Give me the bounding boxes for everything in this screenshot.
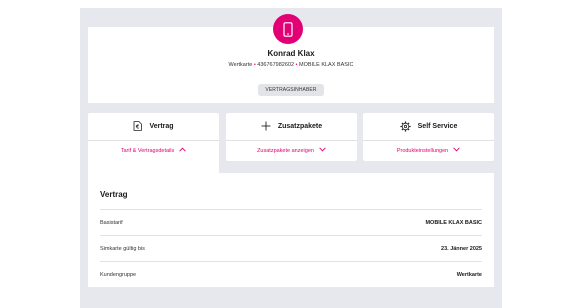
gear-icon (400, 121, 411, 132)
smartphone-icon (273, 14, 303, 44)
tab-link-tarif-details[interactable]: Tarif & Vertragsdetails (88, 147, 219, 154)
profile-subline: Wertkarte • 436767982602 • MOBILE KLAX B… (88, 62, 494, 68)
contract-document-icon: € (133, 121, 143, 131)
tab-self-service[interactable]: Self Service Produkteinstellungen (363, 113, 494, 161)
separator-dot: • (295, 62, 298, 68)
row-label: Basistarif (100, 219, 123, 226)
section-title: Vertrag (100, 190, 128, 199)
tab-link-produkteinstellungen[interactable]: Produkteinstellungen (363, 147, 494, 154)
plus-icon (261, 121, 271, 131)
tariff-name: MOBILE KLAX BASIC (299, 62, 354, 68)
svg-text:€: € (135, 125, 140, 131)
row-value: MOBILE KLAX BASIC (425, 219, 482, 226)
detail-row: Kundengruppe Wertkarte (100, 261, 482, 287)
row-value: 23. Jänner 2025 (441, 245, 482, 252)
chevron-down-icon (319, 147, 326, 154)
phone-number: 436767982602 (257, 62, 295, 68)
detail-row: Simkarte gültig bis 23. Jänner 2025 (100, 235, 482, 261)
tab-title: Zusatzpakete (277, 122, 323, 130)
profile-card: Konrad Klax Wertkarte • 436767982602 • M… (88, 14, 494, 103)
detail-row: Basistarif MOBILE KLAX BASIC (100, 209, 482, 235)
row-label: Kundengruppe (100, 271, 137, 278)
role-badge: VERTRAGSINHABER (258, 84, 324, 96)
row-label: Simkarte gültig bis (100, 245, 145, 252)
contract-details-panel: Vertrag Basistarif MOBILE KLAX BASIC Sim… (88, 173, 494, 287)
separator-dot: • (253, 62, 256, 68)
profile-name: Konrad Klax (267, 49, 315, 58)
tab-zusatzpakete[interactable]: Zusatzpakete Zusatzpakete anzeigen (226, 113, 357, 161)
row-value: Wertkarte (456, 271, 482, 278)
chevron-up-icon (179, 147, 186, 154)
tab-vertrag[interactable]: € Vertrag Tarif & Vertragsdetails (88, 113, 219, 173)
card-type: Wertkarte (228, 62, 253, 68)
tab-link-zusatzpakete[interactable]: Zusatzpakete anzeigen (226, 147, 357, 154)
tab-title: Vertrag (149, 122, 174, 130)
app-frame: Konrad Klax Wertkarte • 436767982602 • M… (80, 8, 502, 308)
chevron-down-icon (453, 147, 460, 154)
tab-title: Self Service (417, 123, 458, 130)
